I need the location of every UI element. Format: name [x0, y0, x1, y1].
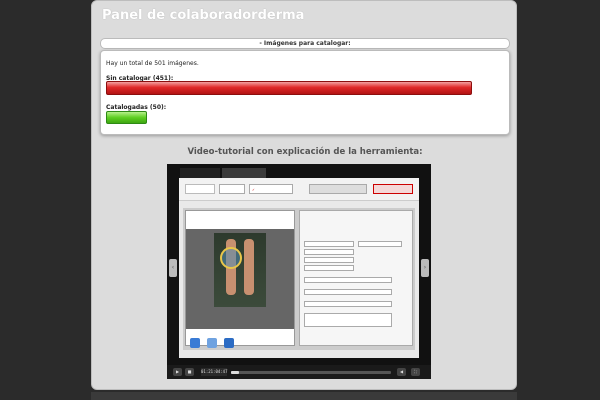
volume-icon[interactable]: ◀ — [397, 368, 406, 376]
leg-right-shape — [244, 239, 254, 295]
fullscreen-icon[interactable]: ⛶ — [411, 368, 420, 376]
video-field-2 — [304, 289, 392, 295]
legs-photo — [214, 233, 266, 307]
magnifier-icon — [220, 247, 242, 269]
save-icon — [190, 338, 200, 348]
video-app-logo-box — [185, 184, 215, 194]
images-stats-box: Hay un total de 501 imágenes. Sin catalo… — [100, 50, 510, 135]
video-app-toolbar: ✓ — [179, 178, 419, 201]
video-workspace — [183, 208, 415, 350]
video-progress-box — [309, 184, 367, 194]
uncataloged-bar[interactable] — [106, 81, 472, 95]
video-exit-button — [373, 184, 413, 194]
video-prev-arrow[interactable]: ‹ — [169, 259, 177, 277]
video-field-3 — [304, 301, 392, 307]
video-next-arrow[interactable]: › — [421, 259, 429, 277]
video-field-1 — [304, 277, 392, 283]
video-select-4 — [304, 257, 354, 263]
play-icon[interactable]: ▶ — [173, 368, 182, 376]
video-search-button: ✓ — [249, 184, 293, 194]
images-section-header: - Imágenes para catalogar: — [100, 38, 510, 49]
video-screen: ✓ — [179, 178, 419, 358]
video-search-field — [219, 184, 245, 194]
video-select-2 — [358, 241, 402, 247]
cataloged-bar[interactable] — [106, 111, 147, 124]
folder-icon — [207, 338, 218, 348]
video-select-3 — [304, 249, 354, 255]
video-tutorial-title: Video-tutorial con explicación de la her… — [187, 147, 423, 157]
video-select-5 — [304, 265, 354, 271]
video-tab-2[interactable] — [222, 168, 266, 178]
video-select-1 — [304, 241, 354, 247]
help-icon — [224, 338, 235, 348]
video-tab-1[interactable] — [180, 168, 220, 178]
bottom-band — [91, 392, 517, 400]
video-controls: ▶ ■ 01:21:04:47 ◀ ⛶ — [167, 365, 431, 379]
video-progress-track[interactable] — [231, 371, 391, 374]
total-images-text: Hay un total de 501 imágenes. — [106, 60, 199, 67]
page-title: Panel de colaboradorderma — [102, 8, 305, 23]
stop-icon[interactable]: ■ — [185, 368, 194, 376]
video-field-4 — [304, 313, 392, 327]
panel: Panel de colaboradorderma - Imágenes par… — [91, 0, 517, 390]
video-time-display: 01:21:04:47 — [201, 368, 228, 376]
video-image-pane — [185, 210, 295, 348]
video-pane-tools — [190, 333, 236, 348]
video-form-pane — [299, 210, 413, 346]
cataloged-label: Catalogadas (50): — [106, 104, 167, 111]
video-progress-fill — [231, 371, 239, 374]
video-image-dark-area — [186, 229, 294, 348]
checkmark-icon: ✓ — [252, 188, 255, 192]
video-player[interactable]: ✓ ‹ › ▶ ■ 01:21:04:47 ◀ ⛶ — [167, 164, 431, 379]
